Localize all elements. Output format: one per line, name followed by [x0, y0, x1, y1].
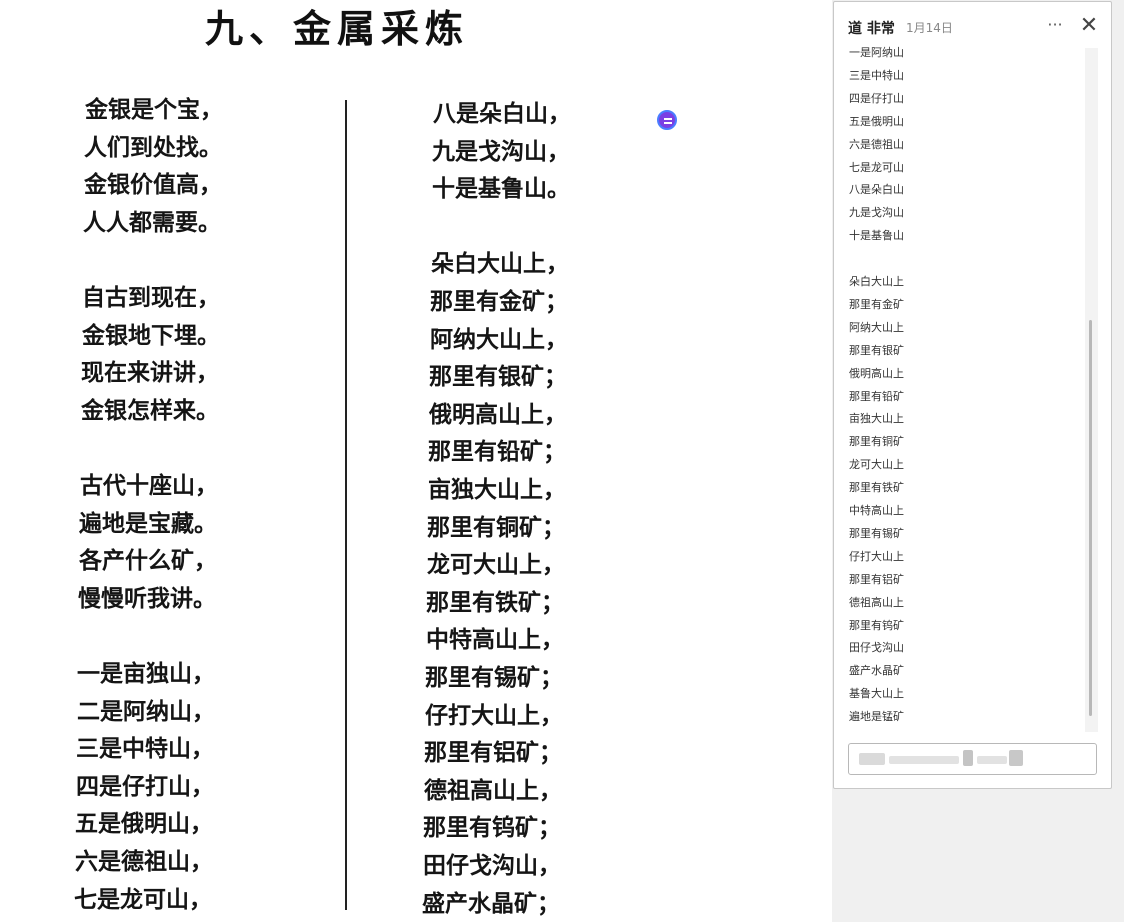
comment-line: 五是俄明山: [849, 115, 904, 128]
poem-line: 二是阿纳山，: [77, 698, 215, 725]
comment-panel: 道 非常 1月14日 ··· ✕ 一是阿纳山三是中特山四是仔打山五是俄明山六是德…: [833, 1, 1112, 789]
close-button[interactable]: ✕: [1078, 14, 1100, 38]
poem-line: 九是戈沟山，: [432, 138, 570, 165]
poem-line: 人人都需要。: [83, 209, 221, 236]
comment-line: 亩独大山上: [849, 412, 904, 425]
more-options-button[interactable]: ···: [1044, 15, 1066, 37]
comment-line: 四是仔打山: [849, 92, 904, 105]
comment-line: 七是龙可山: [849, 161, 904, 174]
comment-line: 阿纳大山上: [849, 321, 904, 334]
comment-line: 六是德祖山: [849, 138, 904, 151]
poem-line: 自古到现在，: [82, 284, 220, 311]
reply-input[interactable]: [848, 743, 1097, 775]
comment-line: 那里有铜矿: [849, 435, 904, 448]
comment-line: 遍地是锰矿: [849, 710, 904, 723]
comment-line: 那里有铁矿: [849, 481, 904, 494]
poem-line: 那里有铝矿；: [424, 739, 562, 766]
poem-line: 德祖高山上，: [424, 777, 562, 804]
poem-line: 五是俄明山，: [75, 810, 213, 837]
comment-line: 那里有锡矿: [849, 527, 904, 540]
poem-line: 现在来讲讲，: [81, 359, 219, 386]
poem-line: 田仔戈沟山，: [423, 852, 561, 879]
poem-line: 那里有金矿；: [430, 288, 568, 315]
comment-line: 德祖高山上: [849, 596, 904, 609]
blurred-text: [859, 753, 885, 765]
comment-date: 1月14日: [906, 21, 953, 35]
blurred-text: [963, 750, 973, 766]
comment-author: 道 非常: [848, 21, 895, 37]
poem-line: 各产什么矿，: [79, 547, 217, 574]
comment-line: 三是中特山: [849, 69, 904, 82]
more-horizontal-icon: ···: [1047, 15, 1063, 34]
poem-line: 三是中特山，: [76, 735, 214, 762]
poem-line: 十是基鲁山。: [432, 175, 570, 202]
poem-line: 朵白大山上，: [431, 250, 569, 277]
poem-line: 那里有银矿；: [429, 363, 567, 390]
blurred-text: [889, 756, 959, 764]
poem-line: 那里有铁矿；: [426, 589, 564, 616]
comment-body[interactable]: 一是阿纳山三是中特山四是仔打山五是俄明山六是德祖山七是龙可山八是朵白山九是戈沟山…: [848, 46, 1086, 730]
comment-line: 仔打大山上: [849, 550, 904, 563]
poem-line: 亩独大山上，: [428, 476, 566, 503]
poem-line: 一是亩独山，: [77, 660, 215, 687]
comment-line: 那里有铝矿: [849, 573, 904, 586]
comment-line: 八是朵白山: [849, 183, 904, 196]
poem-line: 四是仔打山，: [76, 773, 214, 800]
poem-line: 中特高山上，: [426, 626, 564, 653]
poem-line: 俄明高山上，: [429, 401, 567, 428]
poem-line: 六是德祖山，: [75, 848, 213, 875]
comment-line: 九是戈沟山: [849, 206, 904, 219]
close-icon: ✕: [1079, 13, 1099, 38]
blurred-text: [1009, 750, 1023, 766]
poem-line: 阿纳大山上，: [430, 326, 568, 353]
comment-line: 中特高山上: [849, 504, 904, 517]
comment-line: 那里有银矿: [849, 344, 904, 357]
poem-line: 仔打大山上，: [425, 702, 563, 729]
poem-line: 盛产水晶矿；: [422, 890, 560, 917]
poem-line: 龙可大山上，: [427, 551, 565, 578]
poem-line: 金银怎样来。: [81, 397, 219, 424]
scrollbar-thumb[interactable]: [1089, 320, 1092, 716]
poem-line: 八是朵白山，: [433, 100, 571, 127]
comment-line: 基鲁大山上: [849, 687, 904, 700]
comment-line: 十是基鲁山: [849, 229, 904, 242]
poem-line: 人们到处找。: [84, 134, 222, 161]
comment-line: 那里有金矿: [849, 298, 904, 311]
poem-line: 金银价值高，: [84, 171, 222, 198]
comment-marker-icon[interactable]: [657, 110, 677, 130]
document-title: 九、金属采炼: [205, 6, 470, 51]
poem-line: 慢慢听我讲。: [78, 585, 216, 612]
comment-line: 一是阿纳山: [849, 46, 904, 59]
poem-line: 那里有铜矿；: [427, 514, 565, 541]
comment-scrollbar[interactable]: [1085, 48, 1098, 732]
poem-line: 那里有铅矿；: [428, 438, 566, 465]
poem-line: 七是龙可山，: [74, 886, 212, 913]
comment-header: 道 非常 1月14日 ··· ✕: [834, 2, 1111, 50]
comment-line: 朵白大山上: [849, 275, 904, 288]
poem-line: 那里有锡矿；: [425, 664, 563, 691]
comment-line: 田仔戈沟山: [849, 641, 904, 654]
poem-line: 金银地下埋。: [82, 322, 220, 349]
comment-line: 俄明高山上: [849, 367, 904, 380]
comment-line: 那里有钨矿: [849, 619, 904, 632]
comment-line: 盛产水晶矿: [849, 664, 904, 677]
comment-line: 龙可大山上: [849, 458, 904, 471]
poem-line: 遍地是宝藏。: [79, 510, 217, 537]
document-page: 九、金属采炼 金银是个宝， 人们到处找。 金银价值高， 人人都需要。 自古到现在， 金银地…: [0, 0, 832, 922]
poem-line: 古代十座山，: [80, 472, 218, 499]
comment-line: 那里有铅矿: [849, 390, 904, 403]
column-divider: [345, 100, 347, 910]
blurred-text: [977, 756, 1007, 764]
poem-line: 那里有钨矿；: [423, 814, 561, 841]
poem-line: 金银是个宝，: [85, 96, 223, 123]
